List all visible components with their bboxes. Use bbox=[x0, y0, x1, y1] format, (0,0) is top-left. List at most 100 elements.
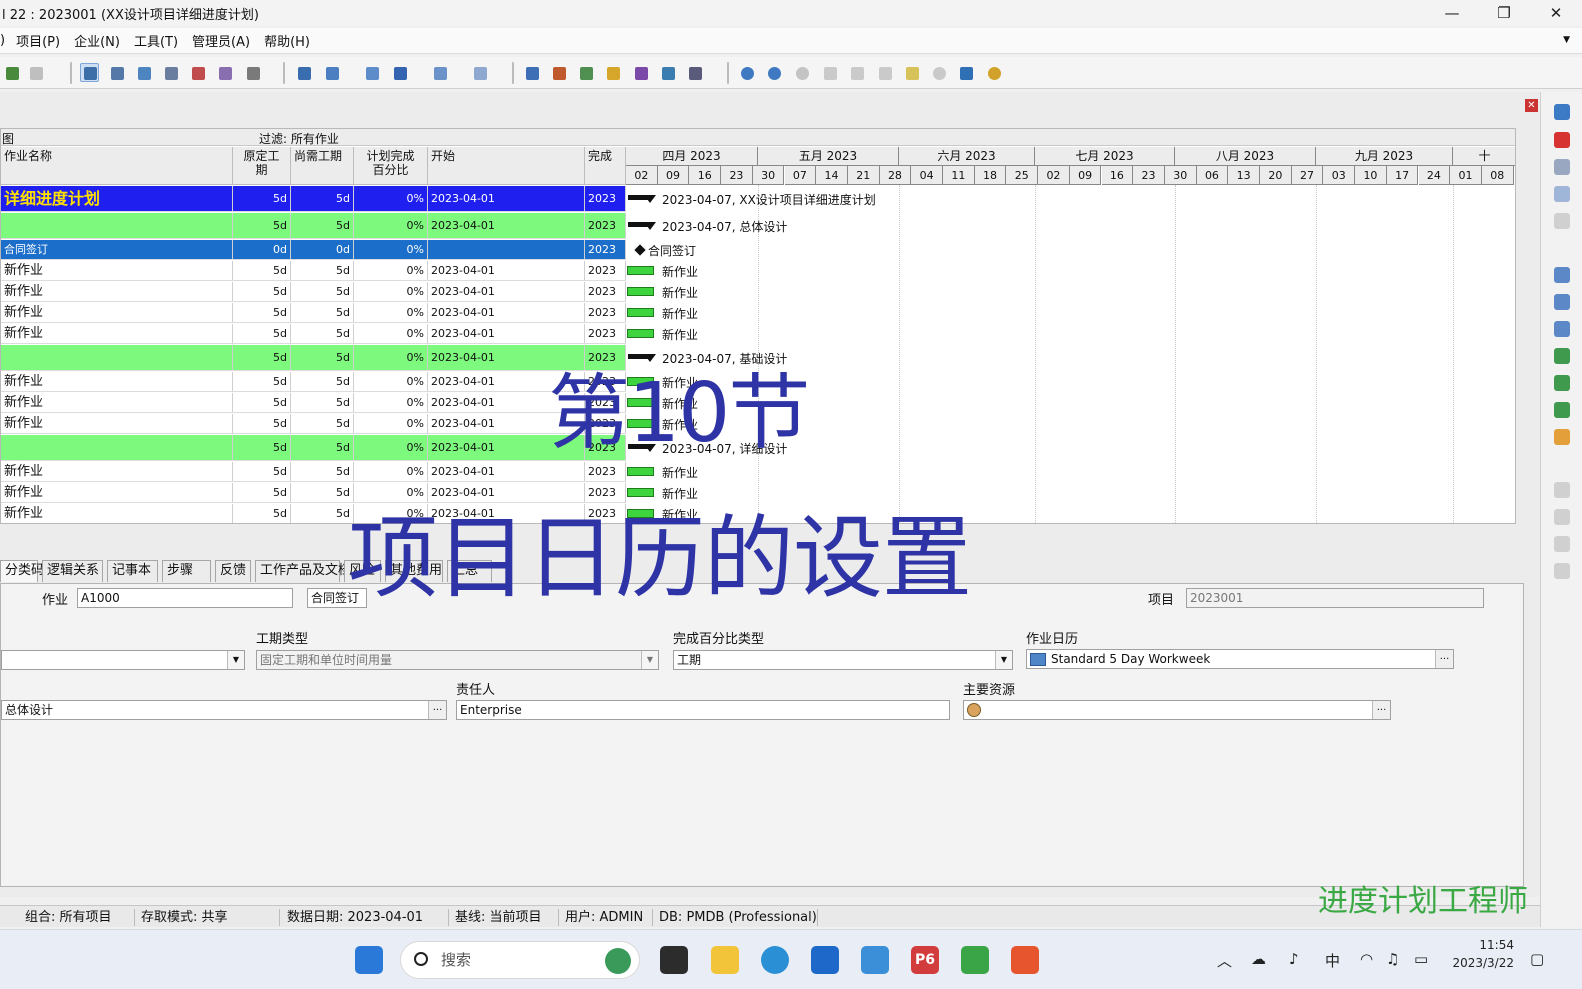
add-icon[interactable] bbox=[1554, 104, 1570, 120]
activity-type-dropdown[interactable]: ▼ bbox=[1, 650, 245, 670]
calendar-browse-button[interactable]: ... bbox=[1435, 650, 1453, 668]
gantt-summary-bar[interactable] bbox=[628, 194, 656, 203]
filter-icon[interactable] bbox=[390, 63, 409, 82]
split-icon[interactable] bbox=[875, 63, 894, 82]
activity-id-field[interactable]: A1000 bbox=[77, 588, 293, 608]
wifi-icon[interactable]: ◠ bbox=[1360, 950, 1373, 968]
table-row[interactable]: 新作业 5d 5d 0% 2023-04-01 2023 bbox=[1, 261, 626, 281]
trace-logic-icon[interactable] bbox=[215, 63, 234, 82]
col-header-finish[interactable]: 完成 bbox=[585, 147, 626, 185]
documents-icon[interactable] bbox=[658, 63, 677, 82]
chevron-down-icon[interactable]: ▼ bbox=[995, 651, 1012, 669]
ime-indicator[interactable]: 中 bbox=[1325, 950, 1340, 971]
move-right-icon[interactable] bbox=[1554, 563, 1570, 579]
bars-icon[interactable] bbox=[294, 63, 313, 82]
task-view-icon[interactable] bbox=[660, 946, 688, 974]
move-left-icon[interactable] bbox=[1554, 536, 1570, 552]
mic-icon[interactable]: ♪ bbox=[1289, 950, 1299, 968]
table-row[interactable]: 新作业 5d 5d 0% 2023-04-01 2023 bbox=[1, 462, 626, 482]
p6-icon[interactable]: P6 bbox=[911, 946, 939, 974]
group-sort-icon[interactable] bbox=[362, 63, 381, 82]
gantt-summary-bar[interactable] bbox=[628, 221, 656, 230]
camtasia-icon[interactable] bbox=[961, 946, 989, 974]
clock[interactable]: 11:54 2023/3/22 bbox=[1450, 936, 1514, 972]
tab-0[interactable]: 分类码 bbox=[0, 560, 44, 582]
file-explorer-icon[interactable] bbox=[711, 946, 739, 974]
table-row[interactable]: 详细进度计划 5d 5d 0% 2023-04-01 2023 bbox=[1, 186, 626, 212]
activity-table-icon[interactable] bbox=[80, 63, 99, 82]
tab-3[interactable]: 步骤 bbox=[162, 560, 211, 582]
layout-icon[interactable] bbox=[2, 63, 21, 82]
store-icon[interactable] bbox=[811, 946, 839, 974]
owner-field[interactable]: Enterprise bbox=[456, 700, 950, 720]
assign-predecessor-icon[interactable] bbox=[1554, 348, 1570, 364]
table-row[interactable]: 新作业 5d 5d 0% 2023-04-01 2023 bbox=[1, 282, 626, 302]
wbs-field[interactable]: 总体设计... bbox=[1, 700, 447, 720]
help-icon[interactable] bbox=[929, 63, 948, 82]
gantt-bar[interactable] bbox=[627, 286, 654, 296]
copy-icon[interactable] bbox=[1554, 186, 1570, 202]
move-down-icon[interactable] bbox=[1554, 509, 1570, 525]
table-row[interactable]: 合同签订 0d 0d 0% 2023 bbox=[1, 240, 626, 260]
menu-tools[interactable]: 工具(T) bbox=[127, 31, 185, 50]
network-icon[interactable] bbox=[161, 63, 180, 82]
cut-icon[interactable] bbox=[1554, 159, 1570, 175]
menu-admin[interactable]: 管理员(A) bbox=[185, 31, 257, 50]
move-up-icon[interactable] bbox=[1554, 482, 1570, 498]
delete-icon[interactable] bbox=[1554, 132, 1570, 148]
steps-icon[interactable] bbox=[549, 63, 568, 82]
resource-browse-button[interactable]: ... bbox=[1372, 701, 1390, 719]
table-row[interactable]: 新作业 5d 5d 0% 2023-04-01 2023 bbox=[1, 483, 626, 503]
link-icon[interactable] bbox=[1554, 402, 1570, 418]
onedrive-icon[interactable]: ☁ bbox=[1251, 950, 1266, 968]
minimize-button[interactable]: — bbox=[1426, 0, 1478, 26]
hash-icon[interactable] bbox=[470, 63, 489, 82]
close-panel-icon[interactable]: ✕ bbox=[1525, 99, 1538, 112]
assign-icon[interactable] bbox=[26, 63, 45, 82]
table-row[interactable]: 新作业 5d 5d 0% 2023-04-01 2023 bbox=[1, 393, 626, 413]
primary-resource-field[interactable]: ... bbox=[963, 700, 1391, 720]
progress-line-icon[interactable] bbox=[847, 63, 866, 82]
gantt-summary-bar[interactable] bbox=[628, 353, 656, 362]
table-row[interactable]: 5d 5d 0% 2023-04-01 2023 bbox=[1, 345, 626, 371]
codes-icon[interactable] bbox=[603, 63, 622, 82]
start-icon[interactable] bbox=[355, 946, 383, 974]
menu-overflow-icon[interactable]: ▼ bbox=[1563, 35, 1570, 45]
notification-icon[interactable]: ▢ bbox=[1530, 950, 1544, 968]
zoom-in-icon[interactable] bbox=[737, 63, 756, 82]
zoom-out-icon[interactable] bbox=[764, 63, 783, 82]
timescale-icon[interactable] bbox=[820, 63, 839, 82]
volume-icon[interactable]: ♫ bbox=[1386, 950, 1399, 968]
gantt-bar[interactable] bbox=[627, 307, 654, 317]
details-icon[interactable] bbox=[522, 63, 541, 82]
schedule-icon[interactable] bbox=[243, 63, 262, 82]
send-icon[interactable] bbox=[956, 63, 975, 82]
menu-help[interactable]: 帮助(H) bbox=[257, 31, 317, 50]
col-header-start[interactable]: 开始 bbox=[428, 147, 585, 185]
expenses-icon[interactable] bbox=[631, 63, 650, 82]
col-header-orig-dur[interactable]: 原定工期 bbox=[233, 147, 291, 185]
app-icon[interactable] bbox=[861, 946, 889, 974]
resource-usage-icon[interactable] bbox=[188, 63, 207, 82]
gantt-milestone[interactable] bbox=[634, 243, 646, 256]
assign-resource-icon[interactable] bbox=[1554, 267, 1570, 283]
gantt-bar[interactable] bbox=[627, 487, 654, 497]
filter-label[interactable]: 过滤: 所有作业 bbox=[259, 130, 339, 147]
restore-button[interactable]: ❐ bbox=[1478, 0, 1530, 26]
notebook-icon[interactable] bbox=[685, 63, 704, 82]
table-row[interactable]: 5d 5d 0% 2023-04-01 2023 bbox=[1, 213, 626, 239]
gantt-icon[interactable] bbox=[107, 63, 126, 82]
col-header-pct[interactable]: 计划完成 百分比 bbox=[354, 147, 428, 185]
table-row[interactable]: 新作业 5d 5d 0% 2023-04-01 2023 bbox=[1, 414, 626, 434]
profile-icon[interactable] bbox=[134, 63, 153, 82]
chevron-down-icon[interactable]: ▼ bbox=[641, 651, 658, 669]
gantt-bar[interactable] bbox=[627, 466, 654, 476]
gantt-chart[interactable]: 四月 2023 五月 2023 六月 2023 七月 2023 八月 2023 九月 20… bbox=[626, 147, 1515, 523]
edge-icon[interactable] bbox=[761, 946, 789, 974]
tab-5[interactable]: 工作产品及文档 bbox=[255, 560, 351, 582]
chevron-down-icon[interactable]: ▼ bbox=[227, 651, 244, 669]
pct-type-dropdown[interactable]: 工期 ▼ bbox=[673, 650, 1013, 670]
zoom-fit-icon[interactable] bbox=[792, 63, 811, 82]
assign-roles-icon[interactable] bbox=[1554, 294, 1570, 310]
layout-options-icon[interactable] bbox=[430, 63, 449, 82]
